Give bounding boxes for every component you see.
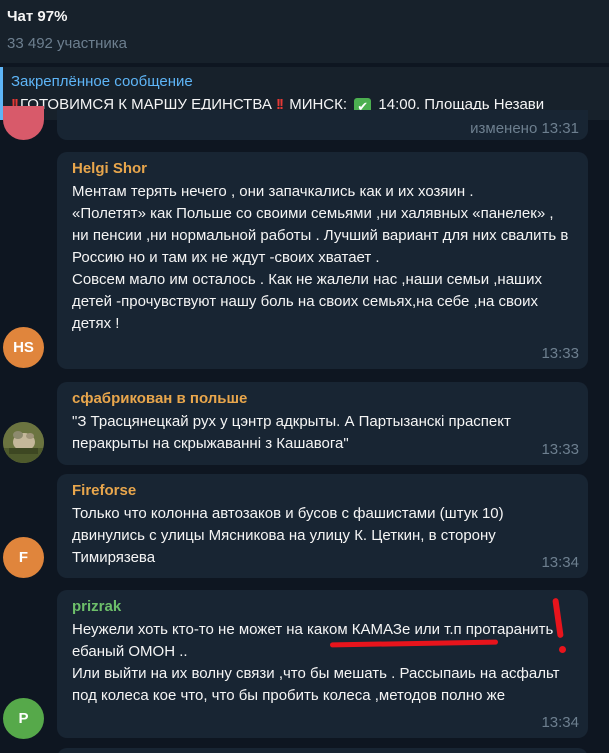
message-edited-time: изменено 13:31 (470, 120, 579, 137)
chat-title: Чат 97% (7, 8, 68, 25)
message-text: Только что колонна автозаков и бусов с ф… (72, 505, 504, 566)
avatar[interactable] (3, 422, 44, 463)
message-bubble: prizrak Неужели хоть кто-то не может на … (57, 590, 588, 738)
message-text: Ментам терять нечего , они запачкались к… (72, 183, 569, 332)
pinned-message-label: Закреплённое сообщение (11, 73, 193, 90)
red-exclamation-dot-annotation (559, 646, 566, 653)
sender-name[interactable]: prizrak (72, 597, 573, 616)
message-time: 13:33 (541, 441, 579, 458)
message-text: Неужели хоть кто-то не может на каком КА… (72, 621, 560, 704)
sender-name[interactable]: Helgi Shor (72, 159, 573, 178)
message-bubble: Helgi Shor Ментам терять нечего , они за… (57, 152, 588, 369)
message-text: "З Трасцянецкай рух у цэнтр адкрыты. А П… (72, 413, 511, 452)
message-time: 13:34 (541, 554, 579, 571)
member-count: 33 492 участника (7, 35, 127, 52)
avatar-photo (3, 422, 44, 463)
avatar[interactable]: P (3, 698, 44, 739)
message-time: 13:33 (541, 345, 579, 362)
message-bubble-partial (57, 748, 588, 753)
message-time: 13:34 (541, 714, 579, 731)
chat-header[interactable]: Чат 97% 33 492 участника (0, 0, 609, 63)
sender-name[interactable]: сфабрикован в польше (72, 389, 573, 408)
avatar[interactable]: F (3, 537, 44, 578)
message-bubble: Fireforse Только что колонна автозаков и… (57, 474, 588, 578)
avatar[interactable] (3, 106, 44, 140)
telegram-chat-window: Чат 97% 33 492 участника Закреплённое со… (0, 0, 609, 753)
sender-name[interactable]: Fireforse (72, 481, 573, 500)
message-bubble: сфабрикован в польше "З Трасцянецкай рух… (57, 382, 588, 465)
avatar[interactable]: HS (3, 327, 44, 368)
